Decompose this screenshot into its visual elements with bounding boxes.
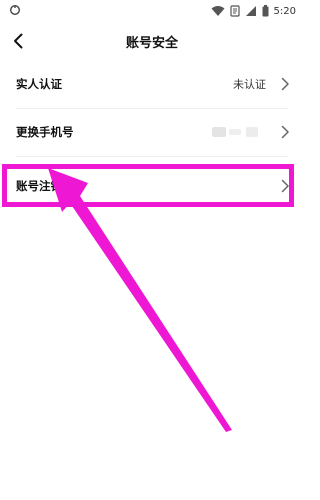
cellular-signal-icon [245, 6, 256, 16]
notification-icon [229, 5, 240, 17]
account-security-screen: 5:20 账号安全 实人认证 未认证 更换手机号 账号注销 [0, 0, 304, 500]
change-phone-row[interactable]: 更换手机号 [0, 108, 304, 156]
divider [16, 156, 288, 157]
battery-icon [262, 5, 269, 17]
real-name-verification-row[interactable]: 实人认证 未认证 [0, 60, 304, 108]
chevron-right-icon [281, 125, 289, 139]
app-status-icon [9, 4, 21, 16]
status-indicators: 5:20 [211, 3, 296, 19]
wifi-icon [211, 6, 225, 16]
status-time: 5:20 [273, 5, 296, 17]
top-nav-bar: 账号安全 [0, 26, 304, 56]
highlight-box [2, 164, 294, 207]
row-label: 更换手机号 [16, 125, 74, 139]
row-label: 实人认证 [16, 77, 62, 91]
verification-status: 未认证 [233, 78, 266, 91]
chevron-right-icon [281, 77, 289, 91]
status-bar: 5:20 [0, 0, 304, 22]
page-title: 账号安全 [125, 36, 178, 51]
